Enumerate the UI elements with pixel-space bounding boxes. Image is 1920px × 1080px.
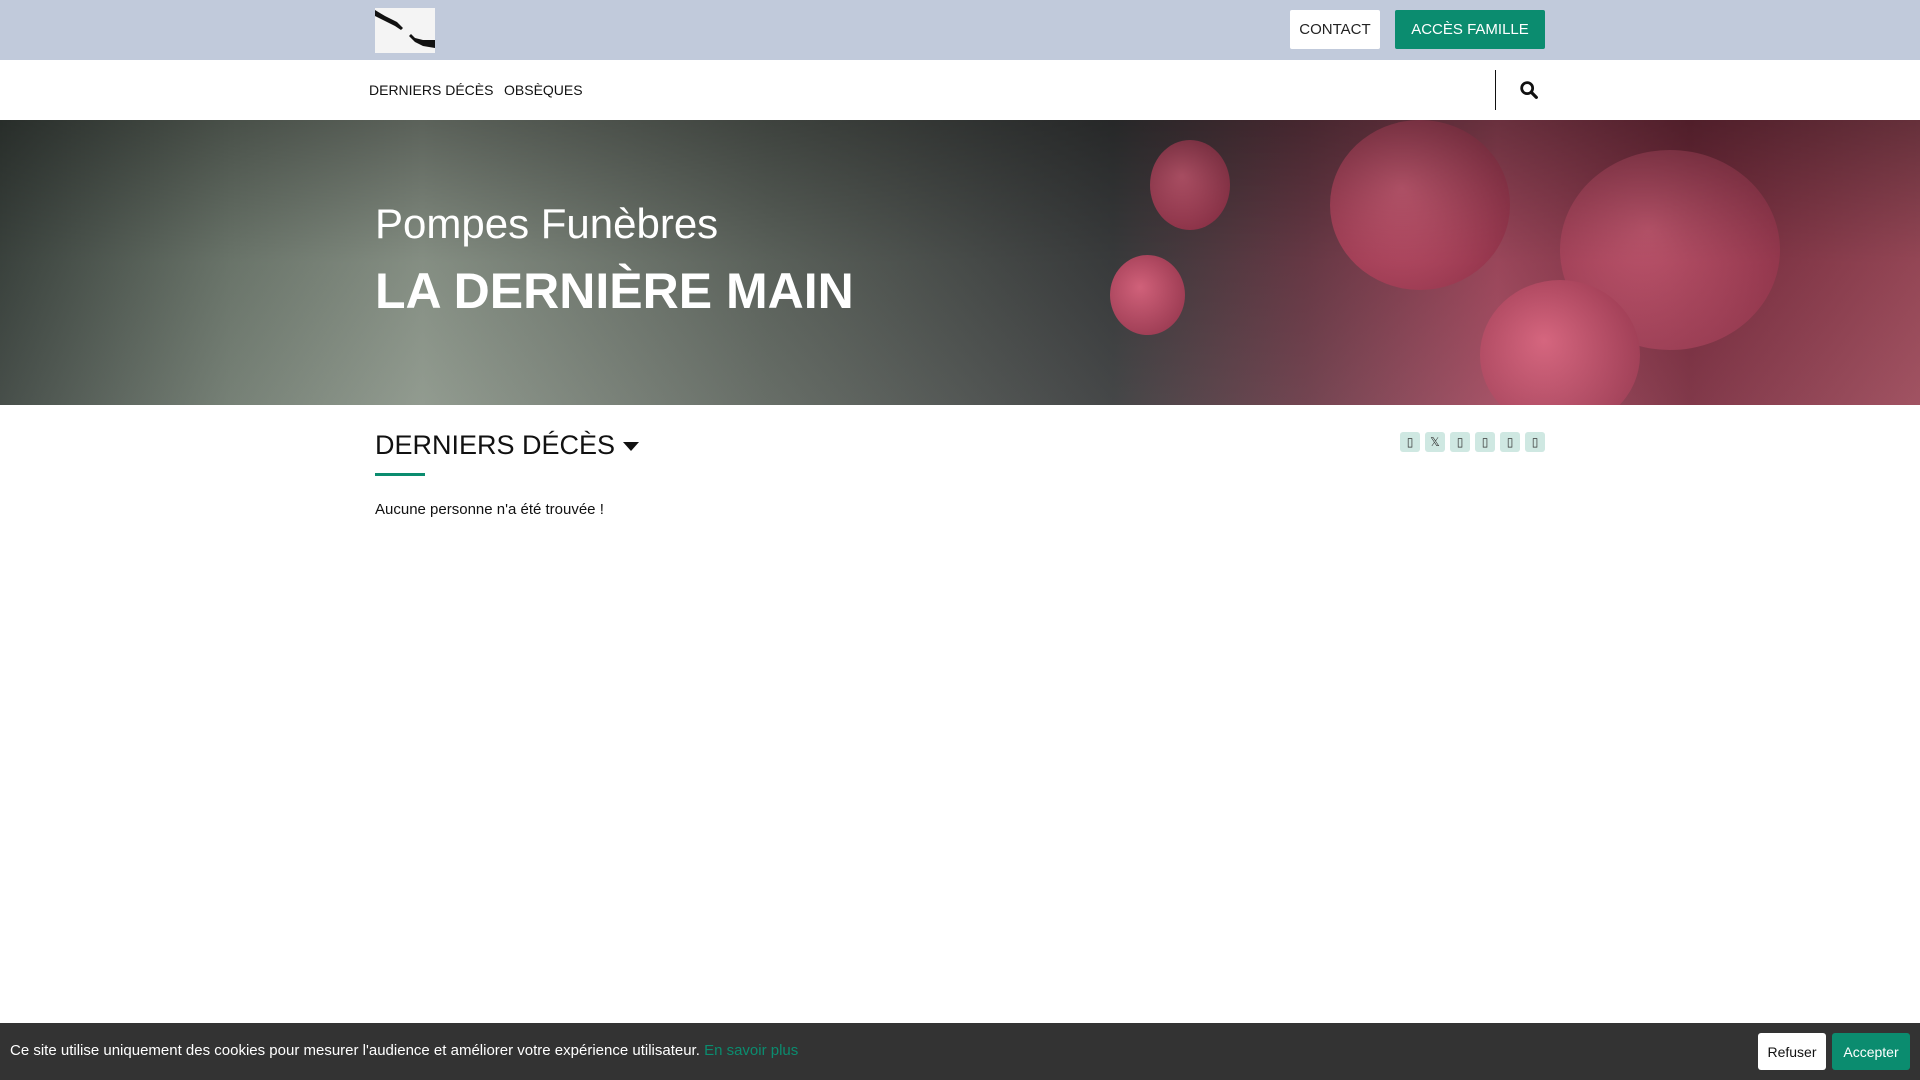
email-icon[interactable]: ▯ (1500, 432, 1520, 452)
cookie-message: Ce site utilise uniquement des cookies p… (10, 1042, 700, 1059)
refuse-button[interactable]: Refuser (1758, 1033, 1826, 1070)
section-title-dropdown[interactable]: DERNIERS DÉCÈS (375, 430, 640, 461)
hands-logo-icon (375, 10, 435, 48)
share-icons: ▯ 𝕏 ▯ ▯ ▯ ▯ (1400, 432, 1545, 452)
cookie-banner: Ce site utilise uniquement des cookies p… (0, 1023, 1920, 1080)
linkedin-icon[interactable]: ▯ (1450, 432, 1470, 452)
learn-more-link[interactable]: En savoir plus (704, 1042, 798, 1059)
hero-title: LA DERNIÈRE MAIN (375, 263, 854, 319)
facebook-icon[interactable]: ▯ (1400, 432, 1420, 452)
nav-item-obseques[interactable]: OBSÈQUES (504, 82, 583, 98)
contact-button[interactable]: CONTACT (1290, 10, 1380, 49)
top-bar: CONTACT ACCÈS FAMILLE (0, 0, 1920, 60)
hero-subtitle: Pompes Funèbres (375, 200, 719, 247)
acces-famille-button[interactable]: ACCÈS FAMILLE (1395, 10, 1545, 49)
nav-divider (1495, 70, 1496, 110)
nav-item-derniers-deces[interactable]: DERNIERS DÉCÈS (369, 82, 493, 98)
whatsapp-icon[interactable]: ▯ (1475, 432, 1495, 452)
accept-button[interactable]: Accepter (1832, 1033, 1910, 1070)
empty-message: Aucune personne n'a été trouvée ! (375, 501, 604, 518)
site-logo[interactable] (375, 8, 435, 53)
x-icon[interactable]: 𝕏 (1425, 432, 1445, 452)
hero-banner: Pompes Funèbres LA DERNIÈRE MAIN (0, 120, 1920, 405)
title-underline (375, 473, 425, 476)
print-icon[interactable]: ▯ (1525, 432, 1545, 452)
caret-down-icon (623, 442, 640, 452)
search-icon[interactable] (1518, 79, 1540, 101)
section-title: DERNIERS DÉCÈS (375, 430, 616, 460)
main-nav: DERNIERS DÉCÈS OBSÈQUES (0, 60, 1920, 120)
